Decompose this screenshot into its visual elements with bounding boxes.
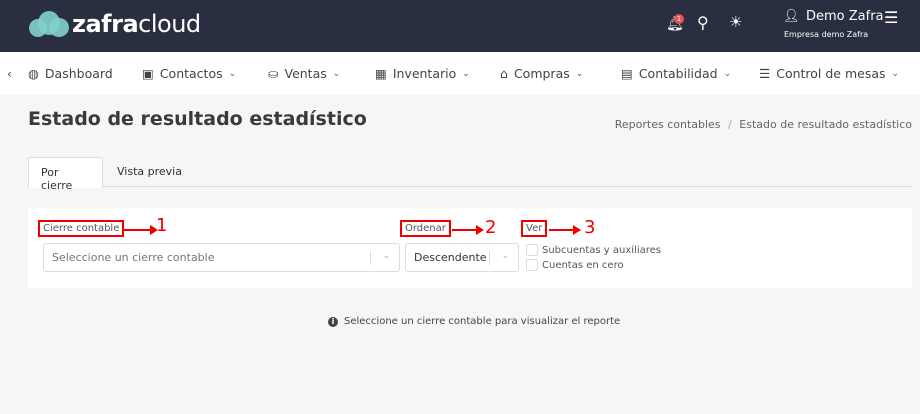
chevron-down-icon: ⌄ bbox=[382, 251, 390, 261]
boxes-icon: ▦ bbox=[375, 66, 387, 81]
nav-item-dashboard[interactable]: ◍ Dashboard bbox=[28, 66, 113, 81]
dashboard-icon: ◍ bbox=[28, 66, 39, 81]
nav-back-icon[interactable]: ‹ bbox=[7, 66, 12, 81]
logo-text-bold: zafra bbox=[72, 10, 139, 38]
breadcrumb: Reportes contables / Estado de resultado… bbox=[615, 118, 912, 131]
hand-money-icon: ⛀ bbox=[268, 66, 279, 81]
ordenar-select[interactable]: Descendente ⌄ bbox=[405, 243, 519, 272]
select-value: Descendente bbox=[414, 251, 487, 264]
page-title: Estado de resultado estadístico bbox=[28, 108, 367, 130]
nav-item-compras[interactable]: ⌂ Compras ⌄ bbox=[500, 66, 583, 81]
nav-item-inventario[interactable]: ▦ Inventario ⌄ bbox=[375, 66, 470, 81]
store-icon: ⌂ bbox=[500, 66, 508, 81]
ver-label: Ver bbox=[521, 220, 548, 237]
company-name: Empresa demo Zafra bbox=[784, 30, 869, 39]
user-icon: 👤︎ bbox=[783, 9, 800, 24]
info-message: i Seleccione un cierre contable para visu… bbox=[328, 316, 620, 327]
user-name[interactable]: Demo Zafra bbox=[806, 9, 884, 24]
nav-label: Contactos bbox=[159, 66, 223, 81]
tab-por-cierre[interactable]: Por cierre bbox=[28, 157, 103, 192]
nav-label: Compras bbox=[513, 66, 570, 81]
nav-item-control-de-mesas[interactable]: ☰ Control de mesas ⌄ bbox=[759, 66, 899, 81]
nav-label: Dashboard bbox=[44, 66, 113, 81]
top-bar: zafracloud 🔔︎ 1 ⚲ ☀ 👤︎ Demo Zafra Empres… bbox=[0, 0, 920, 52]
annotation-number-3: 3 bbox=[584, 217, 596, 238]
nav-label: Control de mesas bbox=[776, 66, 886, 81]
hamburger-menu-icon[interactable]: ☰ bbox=[884, 8, 898, 27]
annotation-arrow-3 bbox=[549, 225, 581, 235]
info-icon: i bbox=[328, 316, 338, 327]
nav-label: Contabilidad bbox=[638, 66, 718, 81]
search-icon[interactable]: ⚲ bbox=[697, 13, 709, 32]
annotation-arrow-1 bbox=[124, 225, 158, 235]
breadcrumb-current: Estado de resultado estadístico bbox=[739, 118, 912, 131]
cuentas-en-cero-checkbox[interactable]: Cuentas en cero bbox=[526, 259, 624, 271]
select-placeholder: Seleccione un cierre contable bbox=[52, 251, 215, 264]
sun-icon[interactable]: ☀ bbox=[729, 13, 742, 31]
cierre-contable-label: Cierre contable bbox=[38, 220, 125, 237]
annotation-number-1: 1 bbox=[156, 215, 168, 236]
filter-card: Cierre contable 1 Seleccione un cierre c… bbox=[28, 208, 912, 288]
chevron-down-icon: ⌄ bbox=[723, 68, 732, 79]
nav-label: Ventas bbox=[284, 66, 327, 81]
checkbox-label: Cuentas en cero bbox=[542, 259, 624, 271]
burger-icon: ☰ bbox=[759, 66, 771, 81]
checkbox-label: Subcuentas y auxiliares bbox=[542, 244, 661, 256]
logo[interactable]: zafracloud bbox=[29, 10, 201, 38]
nav-label: Inventario bbox=[392, 66, 457, 81]
annotation-number-2: 2 bbox=[485, 217, 497, 238]
info-text: Seleccione un cierre contable para visua… bbox=[344, 316, 621, 327]
tab-bar: Por cierre Vista previa bbox=[28, 157, 912, 192]
main-nav: ‹ ◍ Dashboard ▣ Contactos ⌄ ⛀ Ventas ⌄ ▦ Inven… bbox=[0, 52, 920, 95]
nav-item-ventas[interactable]: ⛀ Ventas ⌄ bbox=[268, 66, 340, 81]
annotation-arrow-2 bbox=[452, 225, 484, 235]
chevron-down-icon: ⌄ bbox=[228, 68, 237, 79]
chevron-down-icon: ⌄ bbox=[501, 251, 509, 261]
chevron-down-icon: ⌄ bbox=[891, 68, 900, 79]
logo-text-light: cloud bbox=[138, 10, 201, 38]
chevron-down-icon: ⌄ bbox=[575, 68, 584, 79]
breadcrumb-separator: / bbox=[728, 118, 732, 131]
notification-badge: 1 bbox=[674, 14, 684, 24]
cloud-logo-icon bbox=[29, 11, 69, 37]
ordenar-label: Ordenar bbox=[400, 220, 451, 237]
nav-item-contactos[interactable]: ▣ Contactos ⌄ bbox=[142, 66, 236, 81]
nav-item-contabilidad[interactable]: ▤ Contabilidad ⌄ bbox=[621, 66, 731, 81]
contact-card-icon: ▣ bbox=[142, 66, 154, 81]
tab-vista-previa[interactable]: Vista previa bbox=[105, 157, 194, 188]
cierre-contable-select[interactable]: Seleccione un cierre contable ⌄ bbox=[43, 243, 400, 272]
chevron-down-icon: ⌄ bbox=[462, 68, 470, 79]
breadcrumb-reportes[interactable]: Reportes contables bbox=[615, 118, 721, 131]
calculator-icon: ▤ bbox=[621, 66, 633, 81]
chevron-down-icon: ⌄ bbox=[332, 68, 341, 79]
subcuentas-checkbox[interactable]: Subcuentas y auxiliares bbox=[526, 244, 661, 256]
